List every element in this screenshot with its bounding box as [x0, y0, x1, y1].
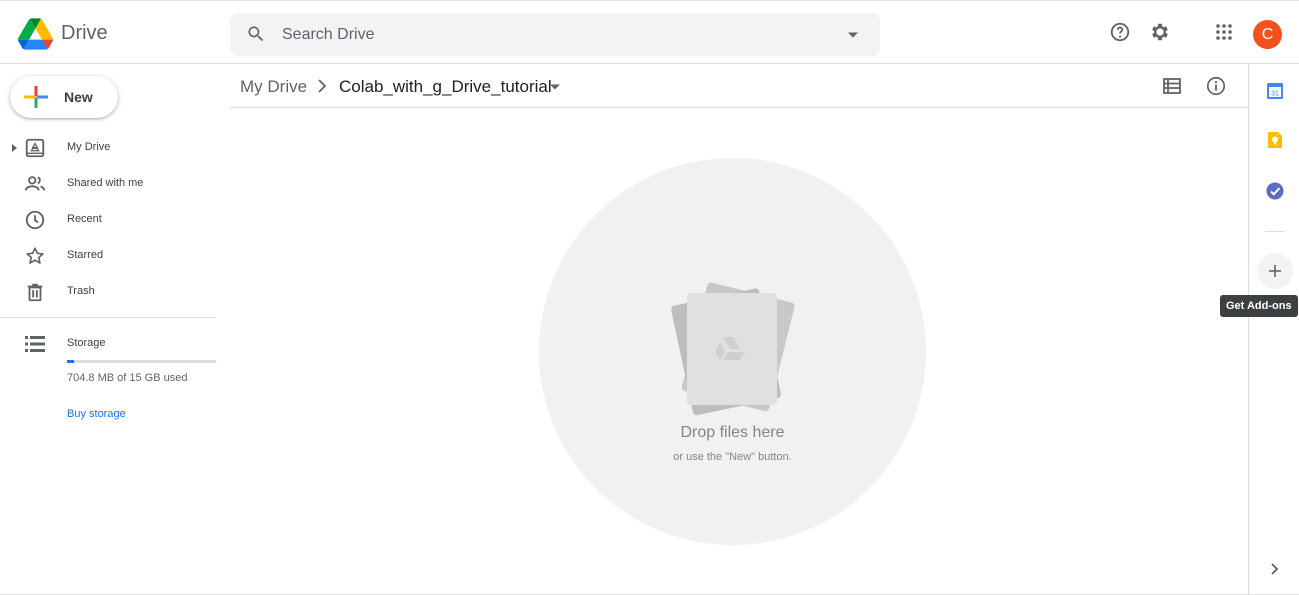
search-bar[interactable]: [230, 13, 880, 56]
expand-arrow-icon[interactable]: [10, 143, 18, 153]
list-view-icon[interactable]: [1162, 76, 1182, 96]
keep-icon[interactable]: [1265, 130, 1285, 150]
chevron-right-icon: [318, 79, 327, 93]
sidebar-divider: [0, 317, 216, 318]
sidebar-item-my-drive[interactable]: My Drive: [0, 132, 216, 164]
new-button-label: New: [64, 89, 93, 105]
info-icon[interactable]: [1205, 75, 1227, 97]
new-button[interactable]: New: [10, 76, 118, 118]
storage-label[interactable]: Storage: [67, 337, 106, 349]
apps-grid-icon: [1216, 24, 1232, 40]
storage-progress-bar: [67, 360, 216, 363]
side-panel-rail: 31: [1248, 64, 1299, 594]
search-options-icon[interactable]: [848, 30, 858, 40]
get-add-ons-button[interactable]: [1257, 253, 1293, 289]
help-icon: [1110, 22, 1130, 42]
settings-button[interactable]: [1146, 18, 1174, 46]
chevron-right-icon[interactable]: [1267, 562, 1281, 576]
sidebar-item-label: My Drive: [67, 141, 111, 153]
search-input[interactable]: [282, 20, 842, 50]
sidebar-item-label: Trash: [67, 285, 95, 297]
clock-icon: [25, 210, 45, 230]
tasks-icon[interactable]: [1265, 181, 1285, 201]
breadcrumb-root[interactable]: My Drive: [240, 77, 307, 97]
storage-used-text: 704.8 MB of 15 GB used: [67, 372, 188, 384]
drop-zone-title: Drop files here: [680, 424, 785, 441]
drive-logo-icon[interactable]: [18, 18, 53, 50]
storage-progress-fill: [67, 360, 74, 363]
plus-icon: [24, 86, 48, 108]
add-ons-tooltip: Get Add-ons: [1220, 295, 1298, 317]
sidebar-item-starred[interactable]: Starred: [0, 240, 216, 272]
app-title[interactable]: Drive: [61, 22, 108, 45]
sidebar-item-trash[interactable]: Trash: [0, 276, 216, 308]
account-avatar[interactable]: C: [1253, 20, 1282, 49]
gear-icon: [1152, 23, 1168, 41]
sidebar-item-shared-with-me[interactable]: Shared with me: [0, 168, 216, 200]
calendar-icon[interactable]: 31: [1265, 81, 1285, 101]
drive-window: Drive Search Drive C New My Drive Shared…: [0, 0, 1299, 595]
breadcrumb: My Drive Colab_with_g_Drive_tutorial: [230, 64, 1248, 108]
sidebar-item-label: Starred: [67, 249, 104, 261]
storage-icon: [25, 336, 45, 352]
people-icon: [24, 176, 46, 191]
drop-zone-subtitle: or use the "New" button.: [673, 451, 792, 463]
buy-storage-link[interactable]: Buy storage: [67, 408, 126, 420]
sidebar-item-label: Recent: [67, 213, 102, 225]
breadcrumb-current-folder[interactable]: Colab_with_g_Drive_tutorial: [339, 77, 552, 97]
my-drive-icon: [25, 138, 45, 158]
top-bar: Drive Search Drive C: [0, 1, 1299, 64]
folder-menu-caret-icon[interactable]: [550, 83, 560, 91]
sidebar-item-recent[interactable]: Recent: [0, 204, 216, 236]
svg-text:31: 31: [1271, 91, 1279, 98]
sidebar-item-label: Shared with me: [67, 177, 144, 189]
rail-divider: [1265, 231, 1285, 232]
help-button[interactable]: [1106, 18, 1134, 46]
plus-icon: [1269, 265, 1281, 277]
drop-files-illustration-icon: [671, 282, 795, 416]
apps-button[interactable]: [1210, 18, 1238, 46]
star-icon: [26, 247, 44, 264]
search-icon[interactable]: [246, 24, 266, 44]
trash-icon: [27, 283, 43, 302]
